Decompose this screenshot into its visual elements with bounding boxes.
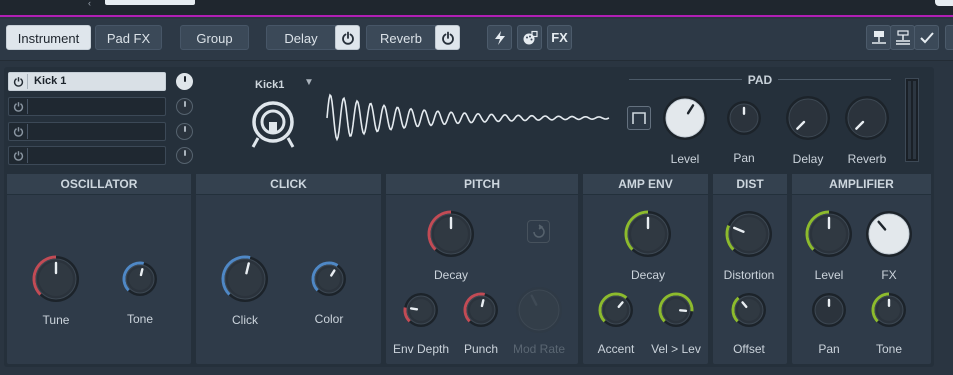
kick-drum-icon — [251, 101, 295, 148]
pad-slot[interactable] — [8, 122, 166, 141]
chevron-down-icon[interactable]: ▼ — [304, 77, 314, 88]
waveform-line — [326, 93, 610, 142]
pitch-mod-icon — [527, 220, 550, 243]
tab-pad-fx[interactable]: Pad FX — [95, 25, 162, 50]
pad-level-knob[interactable] — [176, 98, 193, 115]
fx-icon[interactable]: FX — [547, 25, 572, 50]
reverb-button[interactable]: Reverb — [366, 25, 436, 50]
tune-label: Tune — [42, 313, 70, 327]
waveform-display — [326, 93, 610, 142]
pad-power-icon[interactable] — [10, 99, 28, 114]
fx-label: FX — [881, 268, 897, 282]
offset-label: Offset — [733, 342, 765, 356]
fx-knob[interactable] — [864, 209, 914, 259]
tone-knob[interactable] — [121, 260, 159, 298]
more-button[interactable] — [945, 25, 953, 50]
layout-top-icon[interactable] — [866, 25, 891, 50]
pad-slot[interactable] — [8, 146, 166, 165]
decay-label: Decay — [433, 268, 468, 282]
pad-power-icon[interactable] — [10, 148, 28, 163]
color-knob[interactable] — [310, 260, 348, 298]
pad-slot[interactable] — [8, 97, 166, 116]
palette-icon[interactable] — [517, 25, 542, 50]
mod-rate-knob[interactable] — [514, 285, 564, 335]
window-toggle[interactable] — [935, 0, 953, 6]
decay-knob[interactable] — [623, 209, 673, 259]
tune-knob[interactable] — [31, 254, 81, 304]
reverb-label: Reverb — [847, 152, 887, 166]
tone-label: Tone — [126, 312, 154, 326]
lightning-icon[interactable] — [487, 25, 512, 50]
pad-level-knob[interactable] — [176, 73, 193, 90]
pad-level-knob[interactable] — [176, 147, 193, 164]
color-label: Color — [314, 312, 344, 326]
mod-rate-label: Mod Rate — [512, 342, 566, 356]
click-knob[interactable] — [220, 254, 270, 304]
tone-knob[interactable] — [870, 291, 908, 329]
delay-knob[interactable] — [784, 94, 832, 142]
vel-lev-knob[interactable] — [657, 291, 695, 329]
distortion-knob[interactable] — [724, 209, 774, 259]
level-knob[interactable] — [661, 94, 709, 142]
layout-bottom-icon[interactable] — [890, 25, 915, 50]
delay-button[interactable]: Delay — [266, 25, 336, 50]
env-depth-knob[interactable] — [402, 291, 440, 329]
click-label: Click — [232, 313, 258, 327]
delay-power-icon[interactable] — [335, 25, 360, 50]
tone-label: Tone — [875, 342, 903, 356]
tab-instrument[interactable]: Instrument — [6, 25, 91, 50]
pad-power-icon[interactable] — [10, 74, 28, 89]
reverb-power-icon[interactable] — [435, 25, 460, 50]
distortion-label: Distortion — [723, 268, 775, 282]
decay-knob[interactable] — [426, 209, 476, 259]
choke-toggle-icon[interactable] — [627, 106, 651, 130]
level-knob[interactable] — [804, 209, 854, 259]
checkmark-icon[interactable] — [914, 25, 939, 50]
pad-level-knob[interactable] — [176, 123, 193, 140]
reverb-knob[interactable] — [843, 94, 891, 142]
vel-lev-label: Vel > Lev — [651, 342, 701, 356]
title-strip: ‹ — [0, 0, 953, 17]
pan-knob[interactable] — [725, 99, 763, 137]
pad-name: Kick 1 — [34, 75, 67, 87]
output-meter — [905, 78, 919, 162]
pad-slot[interactable]: Kick 1 — [8, 72, 166, 91]
accent-knob[interactable] — [597, 291, 635, 329]
preset-field[interactable] — [105, 0, 195, 5]
sample-name[interactable]: Kick1 — [255, 79, 284, 91]
toolbar: Instrument Pad FX Group Delay Reverb FX — [0, 19, 953, 61]
offset-knob[interactable] — [730, 291, 768, 329]
tab-group[interactable]: Group — [180, 25, 249, 50]
pan-knob[interactable] — [810, 291, 848, 329]
pad-power-icon[interactable] — [10, 124, 28, 139]
decay-label: Decay — [630, 268, 665, 282]
punch-knob[interactable] — [462, 291, 500, 329]
pad-section-title: PAD — [629, 73, 891, 87]
